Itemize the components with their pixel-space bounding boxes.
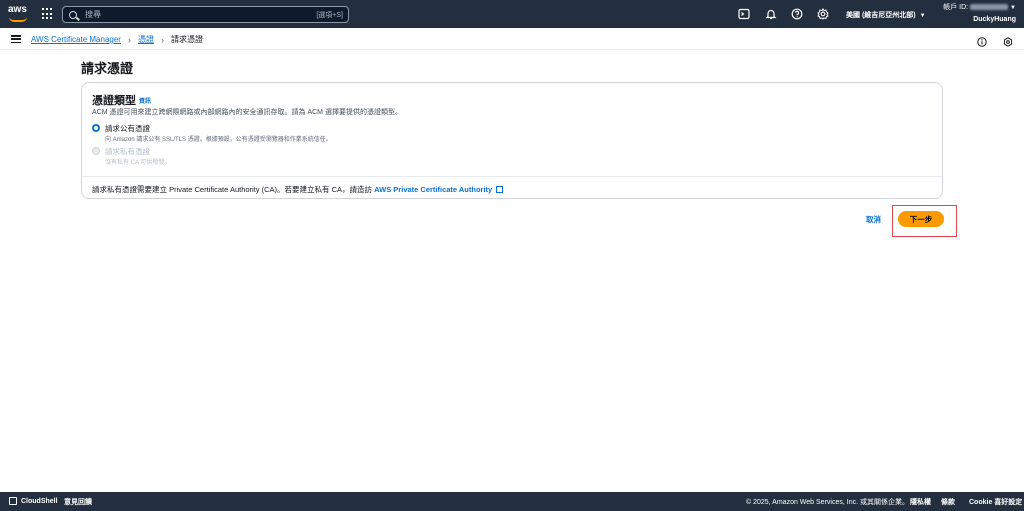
radio-public-certificate[interactable] (92, 124, 100, 132)
region-label: 美國 (維吉尼亞州北部) (846, 12, 916, 19)
bell-icon[interactable] (765, 8, 777, 20)
option-label-private: 請求私有憑證 (105, 147, 150, 156)
private-ca-link[interactable]: AWS Private Certificate Authority (374, 185, 504, 194)
chevron-right-icon: › (127, 34, 131, 45)
services-grid-icon[interactable] (42, 8, 54, 20)
chevron-down-icon: ▼ (919, 13, 926, 19)
aws-smile-icon (9, 17, 27, 22)
radio-private-certificate[interactable] (92, 147, 100, 155)
breadcrumb-certificates[interactable]: 憑證 (138, 34, 154, 45)
option-desc-public: 向 Amazon 請求公有 SSL/TLS 憑證。根據預設，公有憑證受瀏覽器和作… (105, 137, 332, 143)
chevron-down-icon: ▼ (1010, 5, 1016, 11)
option-desc-private: 沒有私有 CA 可供撥發。 (105, 160, 171, 166)
cloudshell-icon (9, 497, 17, 505)
info-link[interactable]: 資訊 (139, 96, 151, 105)
search-icon (69, 10, 77, 19)
cloudshell-icon[interactable] (738, 8, 750, 20)
copyright-text: © 2025, Amazon Web Services, Inc. 或其關係企業… (746, 499, 909, 506)
cancel-button[interactable]: 取消 (866, 214, 881, 225)
panel-title: 憑證類型 (92, 95, 136, 107)
footer-note-text: 請求私有憑證需要建立 Private Certificate Authority… (92, 185, 373, 194)
account-id-label: 帳戶 ID: (943, 4, 969, 11)
region-selector[interactable]: 美國 (維吉尼亞州北部) ▼ (846, 10, 926, 20)
panel-footer: 請求私有憑證需要建立 Private Certificate Authority… (82, 176, 942, 198)
menu-icon[interactable] (11, 35, 21, 43)
option-label-public[interactable]: 請求公有憑證 (105, 123, 150, 134)
search-shortcut: [選項+S] (316, 12, 343, 19)
privacy-link[interactable]: 隱私權 (910, 497, 931, 507)
breadcrumb-bar: AWS Certificate Manager › 憑證 › 請求憑證 (0, 28, 1024, 50)
account-id-redacted (970, 4, 1009, 11)
panel-description: ACM 憑證可用來建立跨網際網路或內部網路內的安全通訊存取。請為 ACM 選擇要… (92, 109, 402, 116)
gear-icon[interactable] (817, 8, 829, 20)
next-button[interactable]: 下一步 (898, 211, 944, 227)
username: DuckyHuang (973, 16, 1016, 23)
cloudshell-button[interactable]: CloudShell (9, 497, 58, 505)
aws-logo-text: aws (8, 4, 27, 15)
cookie-preferences-link[interactable]: Cookie 喜好設定 (969, 497, 1022, 507)
top-nav-bar: aws [選項+S] 美國 (維吉尼亞州北部)▼ 帳戶 ID: ▼ DuckyH… (0, 0, 1024, 28)
search-bar[interactable]: [選項+S] (62, 6, 349, 23)
terms-link[interactable]: 條款 (941, 497, 955, 507)
account-menu[interactable]: 帳戶 ID: ▼ DuckyHuang (930, 2, 1016, 26)
footer-note: 請求私有憑證需要建立 Private Certificate Authority… (92, 184, 504, 195)
breadcrumb: AWS Certificate Manager › 憑證 › 請求憑證 (31, 34, 203, 45)
search-input[interactable] (85, 10, 285, 19)
breadcrumb-current: 請求憑證 (170, 35, 203, 44)
private-ca-link-text: AWS Private Certificate Authority (374, 185, 493, 194)
settings-icon[interactable] (1003, 34, 1013, 47)
chevron-right-icon: › (160, 34, 164, 45)
help-icon[interactable] (791, 8, 803, 20)
info-icon[interactable] (977, 34, 987, 47)
breadcrumb-acm[interactable]: AWS Certificate Manager (31, 35, 121, 44)
feedback-link[interactable]: 意見回饋 (64, 497, 92, 507)
page-title: 請求憑證 (81, 61, 134, 76)
external-link-icon (496, 186, 504, 193)
cloudshell-label: CloudShell (21, 497, 58, 505)
aws-logo[interactable]: aws (8, 4, 30, 24)
certificate-type-panel: 憑證類型 資訊 ACM 憑證可用來建立跨網際網路或內部網路內的安全通訊存取。請為… (81, 82, 943, 199)
console-footer: CloudShell 意見回饋 © 2025, Amazon Web Servi… (0, 492, 1024, 511)
